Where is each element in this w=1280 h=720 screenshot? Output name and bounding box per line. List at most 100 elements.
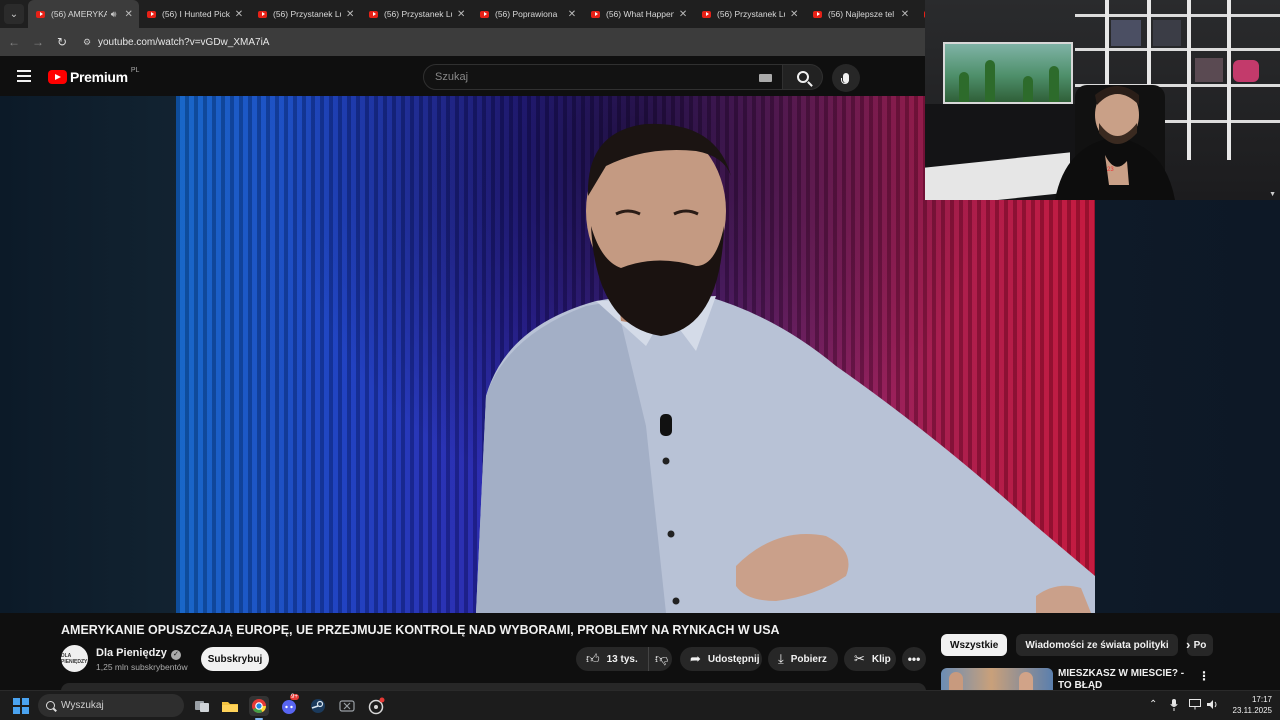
filter-chip[interactable]: Wiadomości ze świata polityki: [1016, 634, 1178, 656]
channel-name-text[interactable]: Dla Pieniędzy: [96, 647, 167, 659]
url-field[interactable]: youtube.com/watch?v=vGDw_XMA7iA: [98, 37, 269, 48]
share-button[interactable]: ➦ Udostępnij: [680, 647, 762, 671]
system-clock[interactable]: 17:17 23.11.2025: [1226, 694, 1272, 716]
svg-text:23: 23: [1107, 167, 1114, 173]
thumbs-up-icon: 👍︎: [586, 651, 600, 666]
youtube-favicon-icon: [480, 10, 489, 18]
tab-title: (56) Przystanek Lu: [384, 9, 453, 19]
youtube-favicon-icon: [147, 10, 156, 18]
browser-tab[interactable]: (56) Poprawiona ✕: [472, 0, 583, 28]
logo-word: Premium: [70, 69, 128, 85]
webcam-overlay: 23 ▼: [925, 0, 1280, 200]
verified-icon: ✓: [170, 650, 181, 660]
streamer-figure: 23: [1055, 85, 1175, 200]
search-input[interactable]: Szukaj: [423, 64, 783, 90]
file-explorer-icon[interactable]: [220, 696, 240, 716]
start-button[interactable]: [13, 698, 29, 714]
site-info-icon[interactable]: ⚙: [80, 35, 94, 49]
microphone-tray-icon[interactable]: [1170, 699, 1178, 714]
youtube-favicon-icon: [591, 10, 600, 18]
close-tab-icon[interactable]: ✕: [567, 9, 577, 20]
youtube-favicon-icon: [258, 10, 267, 18]
search-icon: [46, 701, 55, 710]
tab-title: (56) AMERYKAN: [51, 9, 107, 19]
close-tab-icon[interactable]: ✕: [124, 9, 133, 20]
browser-tab[interactable]: (56) Przystanek Lu ✕: [694, 0, 805, 28]
volume-icon[interactable]: [1206, 699, 1218, 713]
download-icon: ⤓: [778, 651, 784, 666]
speaker-icon[interactable]: 🔊︎: [111, 9, 117, 20]
taskbar: Wyszukaj 9+ ⌃ 17:17 23.11.2025: [0, 690, 1280, 720]
address-bar: ← → ↻ ⚙ youtube.com/watch?v=vGDw_XMA7iA: [0, 28, 925, 56]
tab-title: (56) Najlepsze tel: [828, 9, 895, 19]
clip-button[interactable]: ✂ Klip: [844, 647, 896, 671]
close-tab-icon[interactable]: ✕: [234, 9, 244, 20]
tab-title: (56) Przystanek Lu: [273, 9, 342, 19]
screen: ⌄ (56) AMERYKAN🔊︎✕(56) I Hunted Pick✕(56…: [0, 0, 1280, 720]
keyboard-icon[interactable]: [759, 74, 772, 82]
browser-tab[interactable]: (56) Przystanek Lu ✕: [361, 0, 472, 28]
taskbar-search-placeholder: Wyszukaj: [61, 700, 104, 711]
more-actions-button[interactable]: •••: [902, 647, 926, 671]
more-horizontal-icon: •••: [907, 652, 921, 666]
browser-tab[interactable]: (56) AMERYKAN 🔊︎ ✕: [28, 0, 139, 28]
share-label: Udostępnij: [707, 653, 760, 665]
reload-button[interactable]: ↻: [50, 35, 74, 49]
clock-date: 23.11.2025: [1232, 706, 1272, 715]
close-tab-icon[interactable]: ✕: [900, 9, 910, 20]
filter-chip[interactable]: Wszystkie: [941, 634, 1008, 656]
close-tab-icon[interactable]: ✕: [456, 9, 466, 20]
chrome-icon[interactable]: [249, 696, 269, 720]
like-button[interactable]: 👍︎ 13 tys.: [576, 647, 648, 671]
browser-tab[interactable]: (56) I Hunted Pick ✕: [139, 0, 250, 28]
thumbs-down-icon: 👎︎: [655, 651, 669, 666]
task-view-icon[interactable]: [192, 696, 212, 716]
search-button[interactable]: [783, 64, 823, 90]
close-tab-icon[interactable]: ✕: [345, 9, 355, 20]
filter-chips: Wszystkie Wiadomości ze świata polityki Po: [941, 634, 1213, 656]
tab-search-button[interactable]: ⌄: [4, 4, 24, 24]
network-icon[interactable]: [1189, 699, 1201, 713]
recommendation-title[interactable]: MIESZKASZ W MIEŚCIE? - TO BŁĄD: [1058, 668, 1188, 690]
subscriber-count: 1,25 mln subskrybentów: [96, 662, 188, 672]
back-button[interactable]: ←: [2, 35, 26, 49]
xbox-icon[interactable]: [337, 696, 357, 716]
discord-badge: 9+: [290, 694, 299, 700]
youtube-favicon-icon: [369, 10, 378, 18]
share-icon: ➦: [690, 651, 701, 666]
taskbar-search[interactable]: Wyszukaj: [38, 694, 184, 717]
show-hidden-icons-icon[interactable]: ⌃: [1149, 699, 1157, 710]
youtube-favicon-icon: [36, 10, 45, 18]
forward-button[interactable]: →: [26, 35, 50, 49]
tab-title: (56) What Happen: [606, 9, 675, 19]
voice-search-button[interactable]: [832, 64, 860, 92]
youtube-logo[interactable]: Premium PL: [48, 67, 139, 85]
clock-time: 17:17: [1251, 695, 1272, 704]
video-info-area: AMERYKANIE OPUSZCZAJĄ EUROPĘ, UE PRZEJMU…: [0, 613, 1280, 691]
recommendation-menu-icon[interactable]: ⋮: [1198, 669, 1210, 683]
browser-tab[interactable]: (56) Najlepsze tel ✕: [805, 0, 916, 28]
download-button[interactable]: ⤓ Pobierz: [768, 647, 838, 671]
recommendation-thumbnail[interactable]: [941, 668, 1053, 690]
video-title: AMERYKANIE OPUSZCZAJĄ EUROPĘ, UE PRZEJMU…: [61, 623, 780, 637]
chevron-right-icon[interactable]: ›: [1186, 637, 1200, 653]
youtube-play-icon: [48, 70, 67, 84]
subscribe-button[interactable]: Subskrybuj: [201, 647, 269, 671]
avatar-text: DLA PIENIĘDZY: [61, 652, 88, 665]
channel-name[interactable]: Dla Pieniędzy ✓: [96, 647, 181, 660]
close-tab-icon[interactable]: ✕: [789, 9, 799, 20]
menu-icon[interactable]: [17, 70, 31, 82]
app-icon[interactable]: [366, 696, 386, 716]
dislike-button[interactable]: 👎︎: [648, 647, 672, 671]
channel-avatar[interactable]: DLA PIENIĘDZY: [61, 645, 88, 672]
browser-tab[interactable]: (56) What Happen ✕: [583, 0, 694, 28]
clip-label: Klip: [871, 653, 891, 665]
search-icon: [796, 71, 809, 83]
discord-icon[interactable]: 9+: [279, 694, 299, 716]
close-tab-icon[interactable]: ✕: [678, 9, 688, 20]
steam-icon[interactable]: [308, 696, 328, 716]
youtube-favicon-icon: [813, 10, 822, 18]
youtube-favicon-icon: [702, 10, 711, 18]
search-placeholder: Szukaj: [435, 71, 469, 83]
browser-tab[interactable]: (56) Przystanek Lu ✕: [250, 0, 361, 28]
